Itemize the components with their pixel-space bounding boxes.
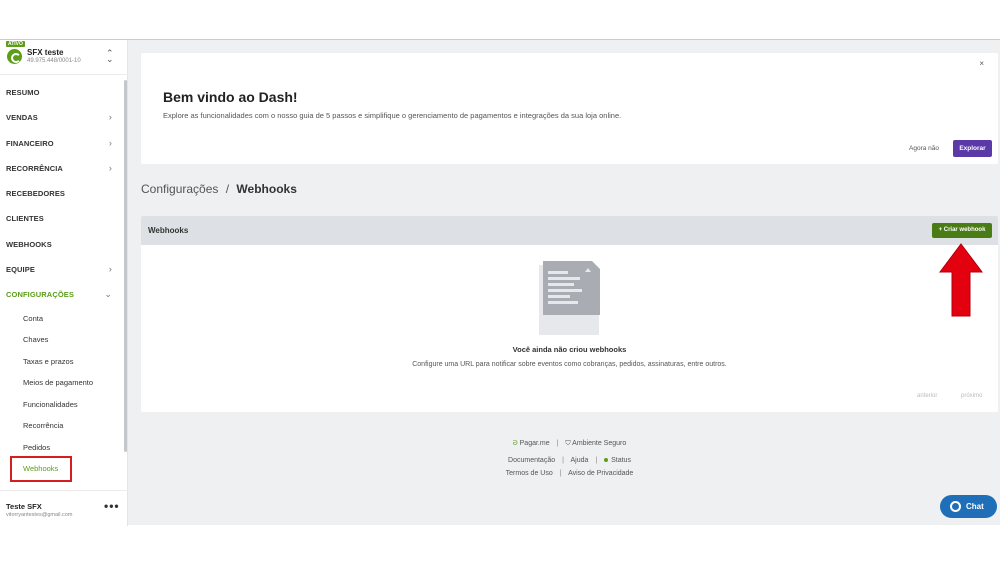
empty-state-subtitle: Configure uma URL para notificar sobre e…: [412, 361, 727, 368]
card-title: Webhooks: [148, 226, 189, 235]
chat-label: Chat: [966, 502, 984, 511]
status-link[interactable]: Status: [611, 457, 631, 464]
sidebar-item-label: WEBHOOKS: [6, 239, 52, 249]
chevron-right-icon: ›: [108, 112, 112, 123]
user-menu[interactable]: Teste SFX vitorryantestes@gmail.com •••: [0, 490, 128, 526]
previous-page-button[interactable]: anterior: [917, 393, 937, 399]
sidebar: ATIVO SFX teste 49.975.448/0001-10 ⌃ ⌄ RE…: [0, 40, 128, 526]
welcome-title: Bem vindo ao Dash!: [163, 89, 298, 105]
sidebar-nav: RESUMO VENDAS › FINANCEIRO › RECORRÊNCIA › …: [0, 80, 124, 480]
sidebar-item-recebedores[interactable]: RECEBEDORES: [0, 181, 124, 206]
sidebar-item-vendas[interactable]: VENDAS ›: [0, 105, 124, 130]
footer-links-row: Documentação | Ajuda | Status: [508, 457, 631, 464]
subnav-item-funcionalidades[interactable]: Funcionalidades: [0, 394, 124, 416]
subnav-item-chaves[interactable]: Chaves: [0, 329, 124, 351]
sidebar-item-label: RECORRÊNCIA: [6, 163, 63, 173]
subnav-item-taxas[interactable]: Taxas e prazos: [0, 351, 124, 373]
status-badge: ATIVO: [6, 41, 25, 47]
brand-name[interactable]: Pagar.me: [520, 440, 550, 447]
close-icon[interactable]: ×: [979, 59, 984, 68]
sidebar-item-label: CLIENTES: [6, 214, 44, 224]
account-switcher[interactable]: ATIVO SFX teste 49.975.448/0001-10 ⌃ ⌄: [0, 40, 128, 75]
sidebar-item-financeiro[interactable]: FINANCEIRO ›: [0, 131, 124, 156]
user-name: Teste SFX: [6, 502, 42, 511]
webhooks-card: Webhooks + Criar webhook Você ainda não …: [141, 216, 998, 412]
welcome-banner: × Bem vindo ao Dash! Explore as funciona…: [141, 53, 998, 164]
chat-button[interactable]: Chat: [940, 495, 997, 518]
subnav-item-meios-pagamento[interactable]: Meios de pagamento: [0, 372, 124, 394]
app-window: ATIVO SFX teste 49.975.448/0001-10 ⌃ ⌄ RE…: [0, 39, 1000, 526]
chevron-right-icon: ›: [108, 162, 112, 173]
create-webhook-button[interactable]: + Criar webhook: [932, 223, 992, 238]
chevron-down-icon: ⌄: [104, 289, 112, 300]
sidebar-scrollbar[interactable]: [124, 80, 127, 452]
explore-button[interactable]: Explorar: [953, 140, 992, 157]
chevron-right-icon: ›: [108, 137, 112, 148]
sidebar-item-label: VENDAS: [6, 113, 38, 123]
sidebar-item-label: FINANCEIRO: [6, 138, 54, 148]
sidebar-item-label: EQUIPE: [6, 265, 35, 275]
footer: ᘐ Pagar.me | ⛉ Ambiente Seguro Documenta…: [141, 437, 998, 480]
secure-environment[interactable]: Ambiente Seguro: [572, 440, 626, 447]
sidebar-item-clientes[interactable]: CLIENTES: [0, 206, 124, 231]
breadcrumb-current: Webhooks: [236, 182, 297, 196]
account-name: SFX teste: [27, 48, 64, 57]
more-icon[interactable]: •••: [104, 499, 120, 513]
highlight-box: [10, 456, 72, 482]
pagarme-logo-icon: ᘐ: [512, 440, 518, 447]
footer-brand-row: ᘐ Pagar.me | ⛉ Ambiente Seguro: [512, 440, 627, 447]
subnav-item-recorrencia[interactable]: Recorrência: [0, 415, 124, 437]
chevron-right-icon: ›: [108, 264, 112, 275]
card-header: Webhooks + Criar webhook: [141, 216, 998, 245]
next-page-button[interactable]: próximo: [961, 393, 982, 399]
chat-bubble-icon: [950, 501, 961, 512]
welcome-subtitle: Explore as funcionalidades com o nosso g…: [163, 111, 622, 120]
arrow-up-icon: [939, 243, 983, 317]
breadcrumb-separator: /: [225, 182, 230, 196]
terms-link[interactable]: Termos de Uso: [506, 470, 553, 477]
footer-legal-row: Termos de Uso | Aviso de Privacidade: [505, 470, 634, 477]
sidebar-item-equipe[interactable]: EQUIPE ›: [0, 257, 124, 282]
sidebar-item-resumo[interactable]: RESUMO: [0, 80, 124, 105]
shield-icon: ⛉: [565, 440, 571, 447]
account-document: 49.975.448/0001-10: [27, 58, 81, 64]
privacy-link[interactable]: Aviso de Privacidade: [568, 470, 633, 477]
sidebar-item-recorrencia[interactable]: RECORRÊNCIA ›: [0, 156, 124, 181]
company-logo-icon: [7, 49, 22, 64]
sidebar-item-label: RESUMO: [6, 88, 40, 97]
status-dot-icon: [604, 458, 609, 463]
user-email: vitorryantestes@gmail.com: [6, 512, 73, 518]
sidebar-item-webhooks[interactable]: WEBHOOKS: [0, 232, 124, 257]
unfold-icon[interactable]: ⌃ ⌄: [106, 49, 114, 64]
later-button[interactable]: Agora não: [909, 145, 939, 152]
docs-link[interactable]: Documentação: [508, 457, 555, 464]
breadcrumb: Configurações / Webhooks: [141, 182, 297, 196]
empty-state-title: Você ainda não criou webhooks: [512, 345, 627, 354]
subnav-item-pedidos[interactable]: Pedidos: [0, 437, 124, 459]
breadcrumb-parent[interactable]: Configurações: [141, 182, 218, 196]
help-link[interactable]: Ajuda: [570, 457, 588, 464]
subnav-item-conta[interactable]: Conta: [0, 308, 124, 330]
empty-document-illustration: [539, 261, 600, 335]
sidebar-item-label: RECEBEDORES: [6, 189, 66, 199]
sidebar-item-label: CONFIGURAÇÕES: [6, 290, 74, 300]
sidebar-item-configuracoes[interactable]: CONFIGURAÇÕES ⌄: [0, 282, 124, 307]
